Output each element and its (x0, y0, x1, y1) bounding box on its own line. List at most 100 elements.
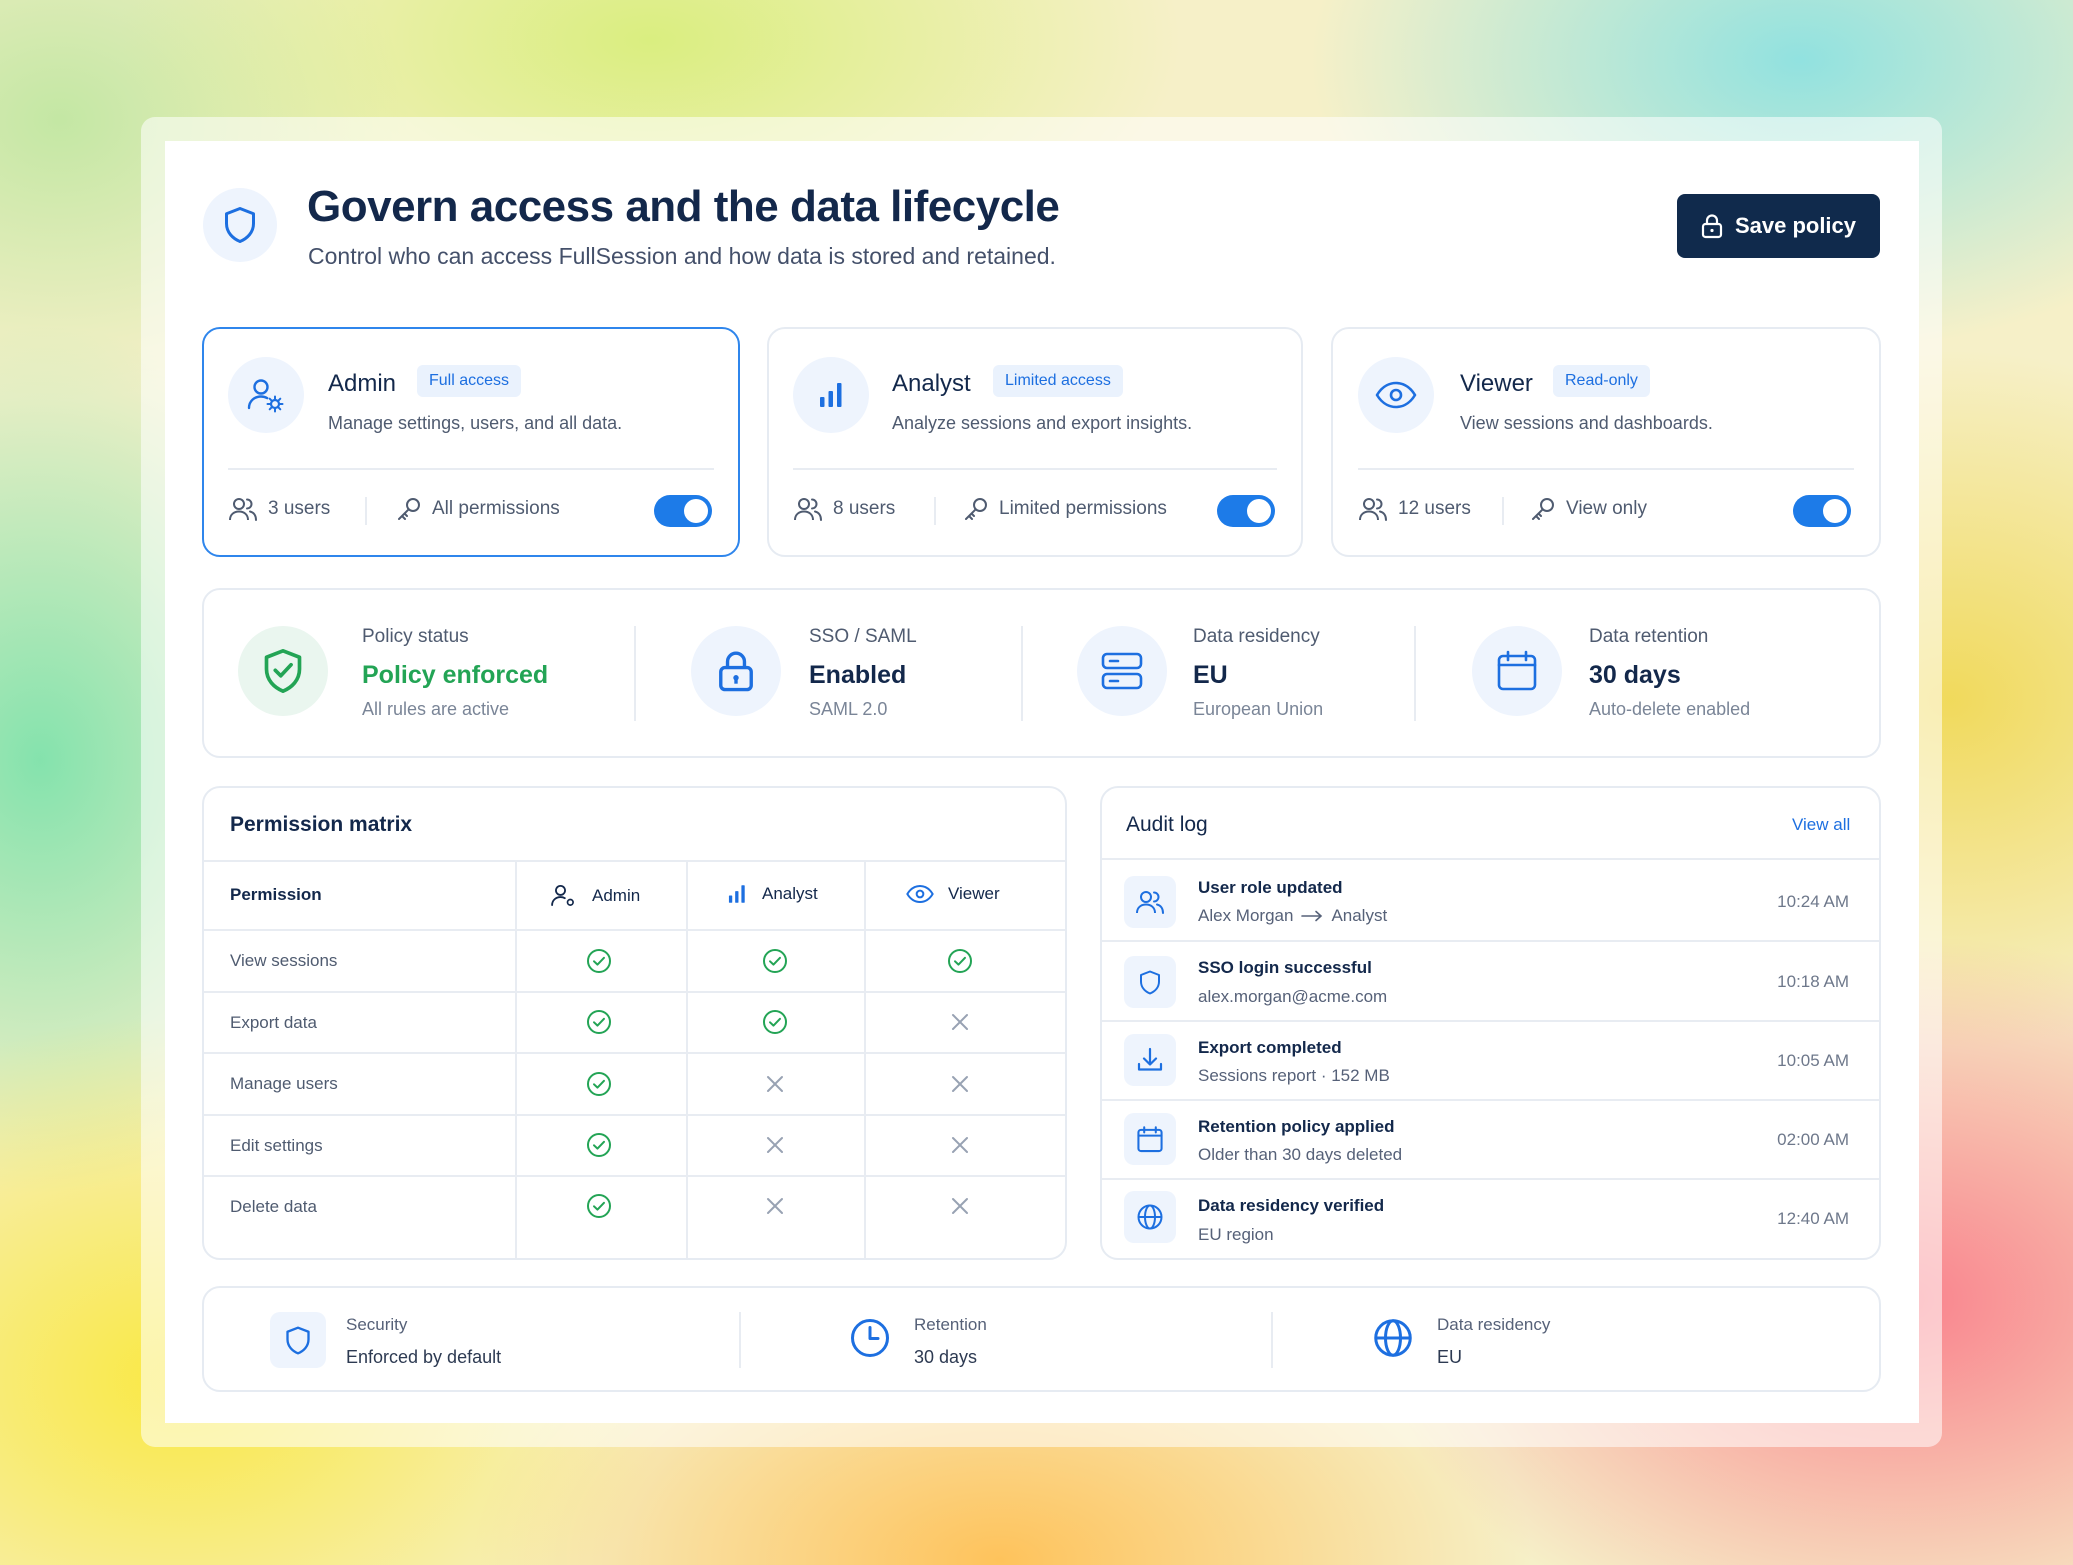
save-policy-button[interactable]: Save policy (1677, 194, 1880, 258)
footer-security-value: Enforced by default (346, 1347, 502, 1367)
policy-status-sub: All rules are active (362, 699, 510, 719)
divider (365, 497, 367, 525)
audit-event-title: SSO login successful (1198, 958, 1372, 977)
role-badge-admin: Full access (417, 365, 522, 397)
header-shield-badge (203, 188, 277, 262)
audit-event-title: Retention policy applied (1198, 1117, 1395, 1136)
clock-icon (851, 1319, 889, 1357)
cross-icon (947, 1132, 973, 1158)
matrix-row-label: Manage users (230, 1074, 338, 1093)
admin-enabled-toggle[interactable] (654, 495, 712, 527)
permission-matrix-title: Permission matrix (230, 813, 413, 836)
check-icon (762, 948, 788, 974)
matrix-header-admin: Admin (550, 882, 640, 910)
role-name-viewer: Viewer (1460, 370, 1533, 397)
footer-residency: Data residency EU (1437, 1315, 1550, 1368)
viewer-icon-badge (1358, 357, 1434, 433)
page-title: Govern access and the data lifecycle (307, 182, 1060, 231)
audit-event-to: Analyst (1331, 906, 1388, 925)
data-retention-label: Data retention (1589, 626, 1709, 647)
divider (204, 1175, 1065, 1177)
matrix-header-permission: Permission (230, 885, 322, 904)
audit-event-icon (1124, 1113, 1176, 1165)
user-gear-icon (551, 884, 574, 907)
divider (1102, 940, 1879, 942)
divider (1502, 497, 1504, 525)
footer-security-badge (270, 1312, 326, 1368)
divider (1271, 1312, 1273, 1368)
key-icon (965, 498, 987, 520)
bar-chart-icon (728, 885, 745, 903)
analyst-enabled-toggle[interactable] (1217, 495, 1275, 527)
matrix-row-label: View sessions (230, 951, 338, 970)
viewer-permissions-label: View only (1566, 498, 1647, 519)
audit-log-title: Audit log (1126, 813, 1208, 836)
admin-users-count: 3 users (228, 496, 330, 522)
matrix-header-admin-label: Admin (592, 886, 641, 905)
check-icon (586, 1132, 612, 1158)
footer-residency-icon-wrap (1372, 1317, 1414, 1359)
policy-status-label: Policy status (362, 626, 469, 647)
data-retention-badge (1472, 626, 1562, 716)
globe-icon (1137, 1204, 1163, 1230)
role-badge-viewer: Read-only (1553, 365, 1650, 397)
analyst-permissions-label: Limited permissions (999, 498, 1167, 519)
admin-icon-badge (228, 357, 304, 433)
divider (1102, 858, 1879, 860)
footer-residency-value: EU (1437, 1347, 1463, 1367)
audit-event-time: 02:00 AM (1777, 1130, 1849, 1149)
eye-icon (906, 885, 934, 903)
policy-status-value: Policy enforced (362, 661, 549, 689)
users-icon (794, 498, 822, 521)
audit-event-title: User role updated (1198, 878, 1343, 897)
viewer-permissions: View only (1530, 496, 1647, 522)
divider (686, 860, 688, 1258)
matrix-header-analyst: Analyst (726, 882, 818, 906)
sso-badge (691, 626, 781, 716)
globe-icon (1374, 1319, 1412, 1357)
matrix-row-label: Delete data (230, 1197, 317, 1216)
view-all-link[interactable]: View all (1792, 815, 1850, 835)
divider (739, 1312, 741, 1368)
analyst-users-label: 8 users (833, 498, 896, 519)
arrow-right-icon (1301, 910, 1323, 922)
footer-security: Security Enforced by default (346, 1315, 501, 1368)
audit-event-icon (1124, 1034, 1176, 1086)
divider (228, 468, 714, 470)
check-icon (586, 1193, 612, 1219)
audit-event-time: 10:24 AM (1777, 892, 1849, 911)
page-subtitle: Control who can access FullSession and h… (308, 243, 1056, 269)
check-icon (947, 948, 973, 974)
shield-icon (286, 1325, 310, 1354)
cross-icon (762, 1132, 788, 1158)
cross-icon (762, 1193, 788, 1219)
role-badge-analyst: Limited access (993, 365, 1123, 397)
footer-retention-icon-wrap (849, 1317, 891, 1359)
download-icon (1137, 1047, 1163, 1071)
footer-security-label: Security (346, 1315, 408, 1334)
divider (1358, 468, 1854, 470)
audit-event-icon (1124, 956, 1176, 1008)
viewer-enabled-toggle[interactable] (1793, 495, 1851, 527)
lock-icon (719, 651, 753, 692)
divider (1414, 626, 1416, 721)
role-name-admin: Admin (328, 370, 397, 397)
cross-icon (947, 1193, 973, 1219)
divider (1102, 1099, 1879, 1101)
role-desc-admin: Manage settings, users, and all data. (328, 413, 623, 433)
analyst-permissions: Limited permissions (963, 496, 1167, 522)
matrix-header-viewer: Viewer (906, 884, 1000, 904)
audit-event-time: 10:05 AM (1777, 1051, 1849, 1070)
data-residency-label: Data residency (1193, 626, 1320, 647)
calendar-icon (1137, 1125, 1163, 1152)
lock-icon (1701, 214, 1723, 239)
admin-permissions-label: All permissions (432, 498, 560, 519)
viewer-users-label: 12 users (1398, 498, 1471, 519)
matrix-header-viewer-label: Viewer (948, 884, 1000, 903)
matrix-row-label: Edit settings (230, 1136, 323, 1155)
check-icon (586, 1071, 612, 1097)
shield-check-icon (264, 648, 302, 693)
eye-icon (1375, 381, 1417, 409)
footer-residency-label: Data residency (1437, 1315, 1551, 1334)
divider (634, 626, 636, 721)
